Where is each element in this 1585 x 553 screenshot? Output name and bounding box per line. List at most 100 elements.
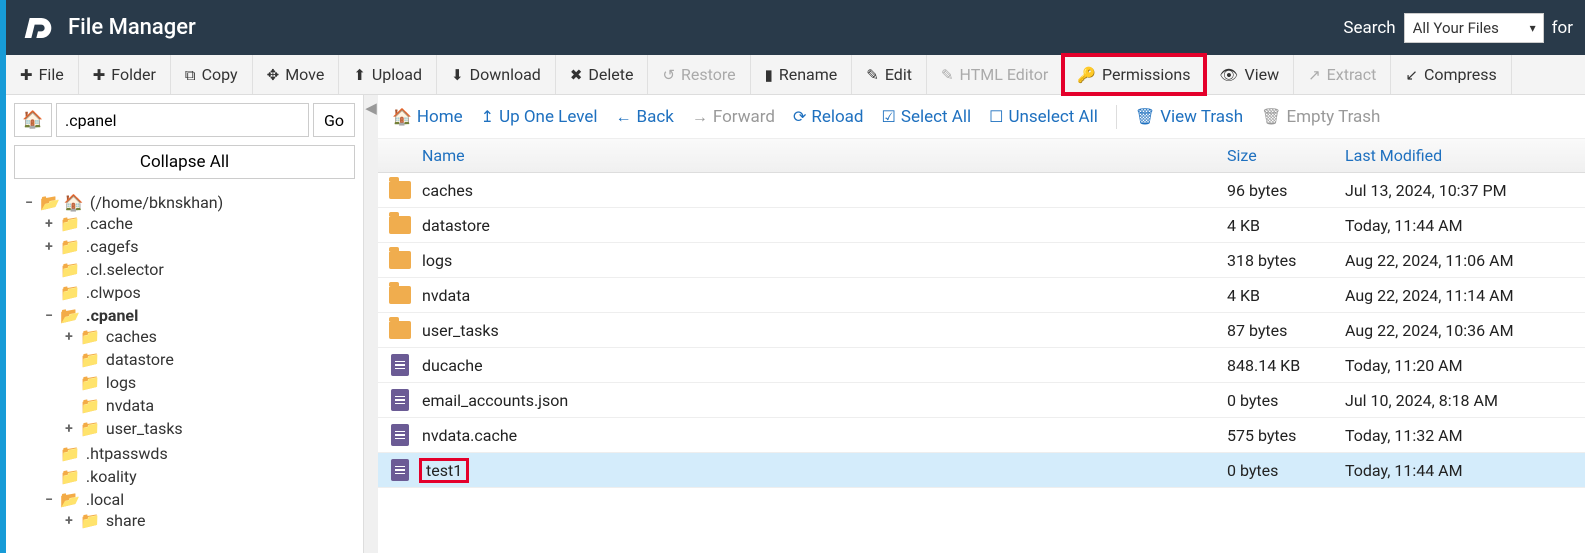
expand-toggle[interactable]: + [62,329,76,345]
file-name: user_tasks [422,321,1227,340]
home-button[interactable]: 🏠 [14,103,52,137]
html-editor-button[interactable]: ✎HTML Editor [927,55,1063,94]
empty-square-icon: ☐ [989,107,1003,126]
tree-node[interactable]: +📁caches [62,327,355,346]
folder-icon: 📁 [80,350,100,369]
file-size: 0 bytes [1227,391,1345,410]
search-scope-select[interactable]: All Your Files [1404,13,1544,43]
app-header: File Manager Search All Your Files for [6,0,1585,55]
copy-icon: ⧉ [185,66,196,84]
permissions-button[interactable]: 🔑Permissions [1063,55,1205,94]
table-row[interactable]: user_tasks87 bytesAug 22, 2024, 10:36 AM [378,313,1585,348]
tree-node[interactable]: 📁nvdata [62,396,355,415]
tree-node[interactable]: +📁share [62,511,355,530]
view-button[interactable]: 👁View [1205,55,1294,94]
file-size: 4 KB [1227,286,1345,305]
compress-icon: ↙ [1405,66,1418,84]
file-name: email_accounts.json [422,391,1227,410]
file-size: 0 bytes [1227,461,1345,480]
expand-toggle[interactable]: + [42,216,56,232]
copy-button[interactable]: ⧉Copy [171,55,253,94]
table-row[interactable]: nvdata.cache575 bytesToday, 11:32 AM [378,418,1585,453]
upload-icon: ⬆ [353,66,366,84]
file-size: 575 bytes [1227,426,1345,445]
nav-reload[interactable]: ⟳Reload [793,107,864,127]
expand-toggle[interactable]: + [62,421,76,437]
tree-node[interactable]: 📁.htpasswds [42,444,355,463]
col-size[interactable]: Size [1227,146,1345,165]
tree-node[interactable]: 📁.koality [42,467,355,486]
table-row[interactable]: test10 bytesToday, 11:44 AM [378,453,1585,488]
tree-node[interactable]: +📁.cagefs [42,237,355,256]
content-navbar: 🏠Home ↥Up One Level ←Back →Forward ⟳Relo… [378,95,1585,139]
col-modified[interactable]: Last Modified [1345,146,1585,165]
edit-button[interactable]: ✎Edit [852,55,927,94]
tree-node[interactable]: 📁.clwpos [42,283,355,302]
splitter[interactable]: ◀ [364,95,378,553]
extract-button[interactable]: ↗Extract [1294,55,1391,94]
nav-forward[interactable]: →Forward [692,107,775,127]
tree-node-label: caches [106,327,157,346]
delete-button[interactable]: ✖Delete [556,55,649,94]
file-icon [391,389,409,411]
nav-back[interactable]: ←Back [616,107,674,127]
app-title: File Manager [68,15,196,40]
table-row[interactable]: logs318 bytesAug 22, 2024, 11:06 AM [378,243,1585,278]
table-row[interactable]: caches96 bytesJul 13, 2024, 10:37 PM [378,173,1585,208]
table-row[interactable]: nvdata4 KBAug 22, 2024, 11:14 AM [378,278,1585,313]
tree-root-node[interactable]: −📂🏠(/home/bknskhan) [22,193,355,212]
table-row[interactable]: email_accounts.json0 bytesJul 10, 2024, … [378,383,1585,418]
file-modified: Today, 11:20 AM [1345,356,1585,375]
tree-node[interactable]: 📁logs [62,373,355,392]
file-name: logs [422,251,1227,270]
expand-toggle[interactable]: + [42,239,56,255]
tree-node[interactable]: −📂.local [42,490,355,509]
rename-button[interactable]: ▮Rename [751,55,853,94]
home-icon: 🏠 [392,107,412,126]
move-button[interactable]: ✥Move [253,55,340,94]
tree-node[interactable]: −📂.cpanel [42,306,355,325]
tree-node-label: .koality [86,467,137,486]
nav-empty-trash[interactable]: 🗑Empty Trash [1261,107,1380,127]
nav-unselect-all[interactable]: ☐Unselect All [989,107,1098,127]
folder-open-icon: 📂 [60,306,80,325]
sidebar: 🏠 Go Collapse All −📂🏠(/home/bknskhan)+📁.… [6,95,364,553]
restore-button[interactable]: ↺Restore [648,55,750,94]
path-input[interactable] [56,103,309,137]
nav-home[interactable]: 🏠Home [392,107,463,127]
nav-view-trash[interactable]: 🗑View Trash [1135,107,1243,127]
tree-node-label: (/home/bknskhan) [90,193,223,212]
folder-button[interactable]: ✚Folder [79,55,171,94]
nav-select-all[interactable]: ☑Select All [882,107,972,127]
file-name: nvdata [422,286,1227,305]
table-header: Name Size Last Modified [378,139,1585,173]
expand-toggle[interactable]: − [42,492,56,508]
tree-node[interactable]: 📁.cl.selector [42,260,355,279]
file-button[interactable]: ✚File [6,55,79,94]
col-name[interactable]: Name [378,146,1227,165]
tree-node[interactable]: 📁datastore [62,350,355,369]
download-button[interactable]: ⬇Download [437,55,556,94]
folder-icon [389,216,411,234]
upload-button[interactable]: ⬆Upload [339,55,437,94]
home-icon: 🏠 [64,193,84,212]
folder-tree: −📂🏠(/home/bknskhan)+📁.cache+📁.cagefs📁.cl… [14,191,355,536]
expand-toggle[interactable]: + [62,513,76,529]
tree-node[interactable]: +📁.cache [42,214,355,233]
collapse-all-button[interactable]: Collapse All [14,145,355,179]
move-icon: ✥ [267,66,280,84]
file-name: datastore [422,216,1227,235]
go-button[interactable]: Go [313,103,355,137]
expand-toggle[interactable]: − [42,308,56,324]
compress-button[interactable]: ↙Compress [1391,55,1511,94]
file-modified: Jul 10, 2024, 8:18 AM [1345,391,1585,410]
folder-icon [389,321,411,339]
tree-node[interactable]: +📁user_tasks [62,419,355,438]
nav-up-one-level[interactable]: ↥Up One Level [481,107,598,127]
file-icon [391,459,409,481]
folder-icon: 📁 [80,511,100,530]
plus-icon: ✚ [93,66,106,84]
table-row[interactable]: ducache848.14 KBToday, 11:20 AM [378,348,1585,383]
table-row[interactable]: datastore4 KBToday, 11:44 AM [378,208,1585,243]
file-icon [391,424,409,446]
